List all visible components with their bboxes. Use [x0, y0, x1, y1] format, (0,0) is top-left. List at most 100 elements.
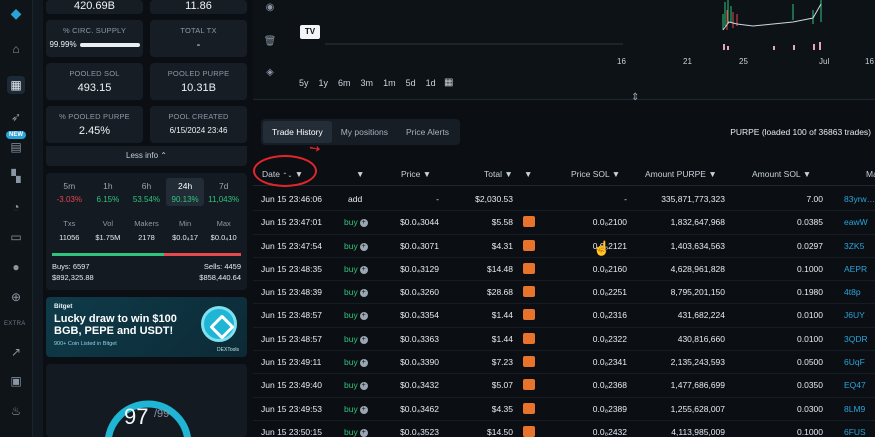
- less-info-button[interactable]: Less info ⌃: [46, 146, 247, 166]
- home-icon[interactable]: ⌂: [7, 40, 25, 58]
- col-price[interactable]: Price ▼: [401, 169, 431, 179]
- trade-maker[interactable]: 8LM9: [844, 404, 865, 414]
- col-amount-sol[interactable]: Amount SOL ▼: [752, 169, 811, 179]
- timeframe-7d[interactable]: 7d 11,043%: [204, 178, 243, 206]
- timeframe-5m[interactable]: 5m -3.03%: [50, 178, 89, 206]
- col-maker[interactable]: Ma: [866, 169, 875, 179]
- plus-icon[interactable]: +: [359, 265, 368, 274]
- trade-amount: 2,135,243,593: [670, 357, 725, 368]
- dex-icon[interactable]: [523, 356, 535, 368]
- layers-icon[interactable]: ◈: [263, 67, 277, 81]
- dex-icon[interactable]: [523, 402, 535, 414]
- table-row[interactable]: Jun 15 23:48:35 buy + $0.0₄3129 $14.48 0.0₈21…: [253, 258, 875, 282]
- dex-icon[interactable]: [523, 239, 535, 251]
- sidebar-scrollbar[interactable]: [33, 0, 43, 437]
- grid-icon[interactable]: ▚: [7, 167, 25, 185]
- plus-icon[interactable]: +: [359, 335, 368, 344]
- trade-maker[interactable]: 4t8p: [844, 287, 861, 297]
- trade-maker[interactable]: 6UqF: [844, 357, 865, 367]
- table-row[interactable]: Jun 15 23:47:01 buy + $0.0₄3044 $5.58 0.0₈210…: [253, 211, 875, 235]
- dex-icon[interactable]: [523, 309, 535, 321]
- col-total[interactable]: Total ▼: [484, 169, 513, 179]
- table-row[interactable]: Jun 15 23:49:40 buy + $0.0₄3432 $5.07 0.0₈236…: [253, 374, 875, 398]
- bitget-ad-banner[interactable]: Bitget Lucky draw to win $100 BGB, PEPE …: [46, 297, 247, 357]
- pooled-sol-value: 493.15: [77, 82, 112, 94]
- table-row[interactable]: Jun 15 23:50:15 buy + $0.0₄3523 $14.50 0.0₈24…: [253, 421, 875, 437]
- trade-maker[interactable]: 6FUS: [844, 427, 866, 437]
- range-5y[interactable]: 5y: [299, 78, 309, 88]
- trade-maker[interactable]: EQ47: [844, 380, 866, 390]
- plus-circle-icon[interactable]: ⊕: [7, 288, 25, 306]
- table-row[interactable]: Jun 15 23:48:39 buy + $0.0₄3260 $28.68 0.0₈22…: [253, 281, 875, 305]
- price-chart[interactable]: ◉ 🗑 ◈ TV 16 21 25 Jul 16 5y 1y 6m 3m 1m …: [253, 0, 875, 103]
- range-1y[interactable]: 1y: [319, 78, 329, 88]
- total-tx-value: -: [196, 39, 201, 51]
- table-row[interactable]: Jun 15 23:47:54 buy + $0.0₄3071 $4.31 0.0₈212…: [253, 235, 875, 258]
- table-row[interactable]: Jun 15 23:46:06 add - $2,030.53 - 335,871,773…: [253, 188, 875, 212]
- range-3m[interactable]: 3m: [361, 78, 374, 88]
- trade-amount: 4,113,985,009: [671, 426, 725, 437]
- range-1m[interactable]: 1m: [383, 78, 396, 88]
- plus-icon[interactable]: +: [359, 242, 368, 251]
- table-row[interactable]: Jun 15 23:48:57 buy + $0.0₄3354 $1.44 0.0₈231…: [253, 304, 875, 328]
- dex-icon[interactable]: [523, 286, 535, 298]
- type-filter-icon[interactable]: ▼: [356, 169, 364, 179]
- tab-my-positions[interactable]: My positions: [332, 121, 397, 143]
- range-5d[interactable]: 5d: [406, 78, 416, 88]
- pie-chart-icon[interactable]: ◔: [7, 198, 25, 216]
- trade-maker[interactable]: 3ZK5: [844, 241, 864, 251]
- dex-icon[interactable]: [523, 262, 535, 274]
- trade-amount: 335,871,773,323: [661, 194, 725, 204]
- rocket-icon[interactable]: ➶: [7, 108, 25, 126]
- timeframe-1h[interactable]: 1h 6.15%: [89, 178, 128, 206]
- table-row[interactable]: Jun 15 23:49:53 buy + $0.0₄3462 $4.35 0.0₈238…: [253, 398, 875, 421]
- timeframe-6h[interactable]: 6h 53.54%: [127, 178, 166, 206]
- trade-maker[interactable]: J6UY: [844, 310, 865, 320]
- user-icon[interactable]: ●: [7, 258, 25, 276]
- dashboard-icon[interactable]: ▦: [7, 76, 25, 94]
- pct-pooled-value: 2.45%: [78, 125, 111, 137]
- col-price-sol[interactable]: Price SOL ▼: [571, 169, 620, 179]
- dex-icon[interactable]: [523, 332, 535, 344]
- x-tick-label: 16: [865, 57, 874, 66]
- document-icon[interactable]: ▤: [7, 138, 25, 156]
- tab-trade-history[interactable]: Trade History: [263, 121, 332, 143]
- plus-icon[interactable]: +: [359, 405, 368, 414]
- plus-icon[interactable]: +: [359, 312, 368, 321]
- resize-handle-icon[interactable]: ⇕: [631, 92, 639, 103]
- col-amount[interactable]: Amount PURPE ▼: [645, 169, 717, 179]
- logo-icon[interactable]: ◆: [7, 4, 25, 22]
- plus-icon[interactable]: +: [359, 359, 368, 368]
- tab-price-alerts[interactable]: Price Alerts: [397, 121, 458, 143]
- dex-icon[interactable]: [523, 379, 535, 391]
- buy-sell-bar: [52, 253, 241, 256]
- trade-price-sol: 0.0₈2160: [592, 263, 627, 274]
- dex-icon[interactable]: [523, 216, 535, 228]
- monitor-icon[interactable]: ▣: [7, 372, 25, 390]
- price-candles: [325, 0, 822, 50]
- dex-icon[interactable]: [523, 425, 535, 437]
- fire-icon[interactable]: ♨: [7, 402, 25, 420]
- ad-headline: Lucky draw to win $100 BGB, PEPE and USD…: [54, 313, 177, 337]
- wallet-icon[interactable]: ▭: [7, 228, 25, 246]
- table-row[interactable]: Jun 15 23:49:11 buy + $0.0₄3390 $7.23 0.0₈234…: [253, 351, 875, 375]
- trade-price: $0.0₄3462: [400, 403, 439, 414]
- trade-type: buy +: [344, 310, 368, 321]
- trade-maker[interactable]: eawW: [844, 217, 868, 227]
- timeframe-24h[interactable]: 24h 90.13%: [165, 178, 205, 206]
- range-6m[interactable]: 6m: [338, 78, 351, 88]
- dex-filter-icon[interactable]: ▼: [524, 169, 532, 179]
- chart-up-icon[interactable]: ↗: [7, 343, 25, 361]
- plus-icon[interactable]: +: [359, 289, 368, 298]
- range-1d[interactable]: 1d: [426, 78, 436, 88]
- amount-sol-filter-icon: ▼: [802, 169, 812, 179]
- plus-icon[interactable]: +: [359, 428, 368, 437]
- trade-maker[interactable]: 3QDR: [844, 334, 868, 344]
- calendar-icon[interactable]: ▦: [444, 77, 453, 88]
- trade-maker[interactable]: AEPR: [844, 264, 867, 274]
- trade-maker[interactable]: 83yrw…: [844, 194, 875, 204]
- plus-icon[interactable]: +: [359, 382, 368, 391]
- metric-label: Txs: [63, 219, 76, 228]
- plus-icon[interactable]: +: [359, 219, 368, 228]
- table-row[interactable]: Jun 15 23:48:57 buy + $0.0₄3363 $1.44 0.0₈232…: [253, 328, 875, 352]
